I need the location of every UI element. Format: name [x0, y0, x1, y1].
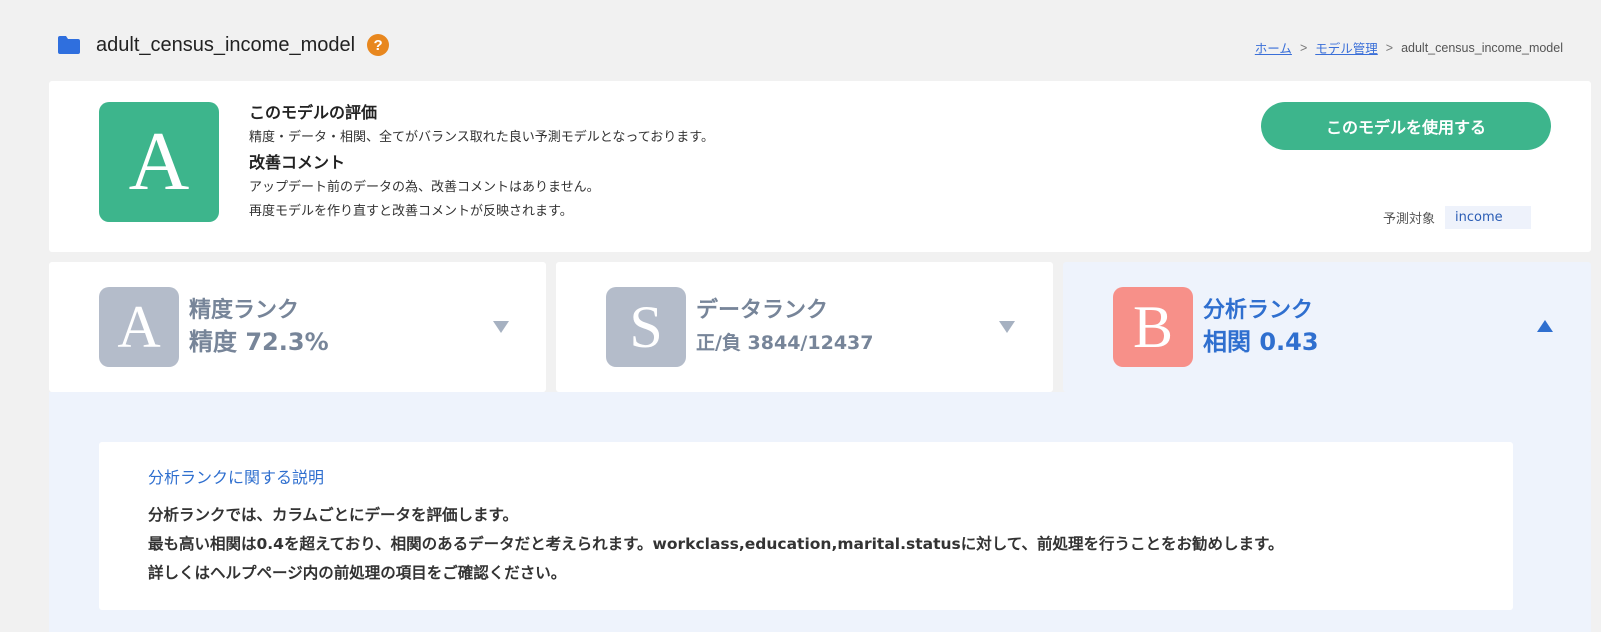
breadcrumb-home-link[interactable]: ホーム — [1255, 38, 1292, 57]
improvement-comment-line: 再度モデルを作り直すと改善コメントが反映されます。 — [249, 204, 573, 219]
accuracy-rank-card[interactable]: A 精度ランク 精度 72.3% — [49, 262, 546, 392]
chevron-down-icon[interactable] — [999, 321, 1015, 333]
explanation-line: 詳しくはヘルプページ内の前処理の項目をご確認ください。 — [148, 564, 567, 582]
help-icon[interactable]: ? — [367, 34, 390, 56]
data-rank-card[interactable]: S データランク 正/負 3844/12437 — [556, 262, 1053, 392]
chevron-down-icon[interactable] — [493, 321, 509, 333]
explanation-line: 分析ランクでは、カラムごとにデータを評価します。 — [148, 506, 518, 524]
analysis-rank-badge: B — [1113, 287, 1193, 367]
page-header: adult_census_income_model ? — [58, 28, 390, 62]
analysis-rank-title: 分析ランク — [1203, 298, 1314, 323]
data-rank-title: データランク — [696, 298, 829, 323]
folder-icon — [58, 36, 80, 54]
overall-grade-badge: A — [99, 102, 219, 222]
evaluation-text: このモデルの評価 精度・データ・相関、全てがバランス取れた良い予測モデルとなって… — [249, 103, 714, 224]
prediction-target-label: 予測対象 — [1382, 212, 1435, 227]
data-rank-value: 正/負 3844/12437 — [696, 332, 874, 354]
evaluation-heading: このモデルの評価 — [249, 103, 378, 122]
explanation-line: 最も高い相関は0.4を超えており、相関のあるデータだと考えられます。workcl… — [148, 535, 1284, 553]
breadcrumb: ホーム > モデル管理 > adult_census_income_model — [1255, 38, 1563, 57]
accuracy-rank-title: 精度ランク — [189, 298, 300, 323]
improvement-comment-line: アップデート前のデータの為、改善コメントはありません。 — [249, 180, 600, 195]
analysis-rank-explanation: 分析ランクでは、カラムごとにデータを評価します。 最も高い相関は0.4を超えてお… — [148, 501, 1283, 588]
accuracy-rank-value: 精度 72.3% — [189, 328, 329, 356]
breadcrumb-separator: > — [1299, 40, 1308, 55]
model-evaluation-card: A このモデルの評価 精度・データ・相関、全てがバランス取れた良い予測モデルとな… — [49, 81, 1591, 252]
analysis-rank-explanation-heading: 分析ランクに関する説明 — [148, 468, 325, 487]
page-title: adult_census_income_model — [96, 33, 356, 56]
accuracy-rank-badge: A — [99, 287, 179, 367]
analysis-rank-value: 相関 0.43 — [1203, 328, 1319, 356]
data-rank-badge: S — [606, 287, 686, 367]
use-model-button[interactable]: このモデルを使用する — [1261, 102, 1551, 150]
breadcrumb-model-management-link[interactable]: モデル管理 — [1315, 38, 1378, 57]
breadcrumb-current: adult_census_income_model — [1401, 40, 1563, 55]
breadcrumb-separator: > — [1385, 40, 1394, 55]
prediction-target: 予測対象 income — [1383, 206, 1531, 229]
analysis-rank-explanation-box: 分析ランクに関する説明 分析ランクでは、カラムごとにデータを評価します。 最も高… — [99, 442, 1513, 610]
analysis-rank-card[interactable]: B 分析ランク 相関 0.43 — [1063, 262, 1591, 392]
evaluation-description: 精度・データ・相関、全てがバランス取れた良い予測モデルとなっております。 — [249, 130, 715, 145]
improvement-heading: 改善コメント — [249, 153, 346, 172]
prediction-target-value: income — [1445, 206, 1531, 229]
chevron-up-icon[interactable] — [1537, 320, 1553, 332]
analysis-rank-detail-panel: 分析ランクに関する説明 分析ランクでは、カラムごとにデータを評価します。 最も高… — [49, 392, 1591, 632]
